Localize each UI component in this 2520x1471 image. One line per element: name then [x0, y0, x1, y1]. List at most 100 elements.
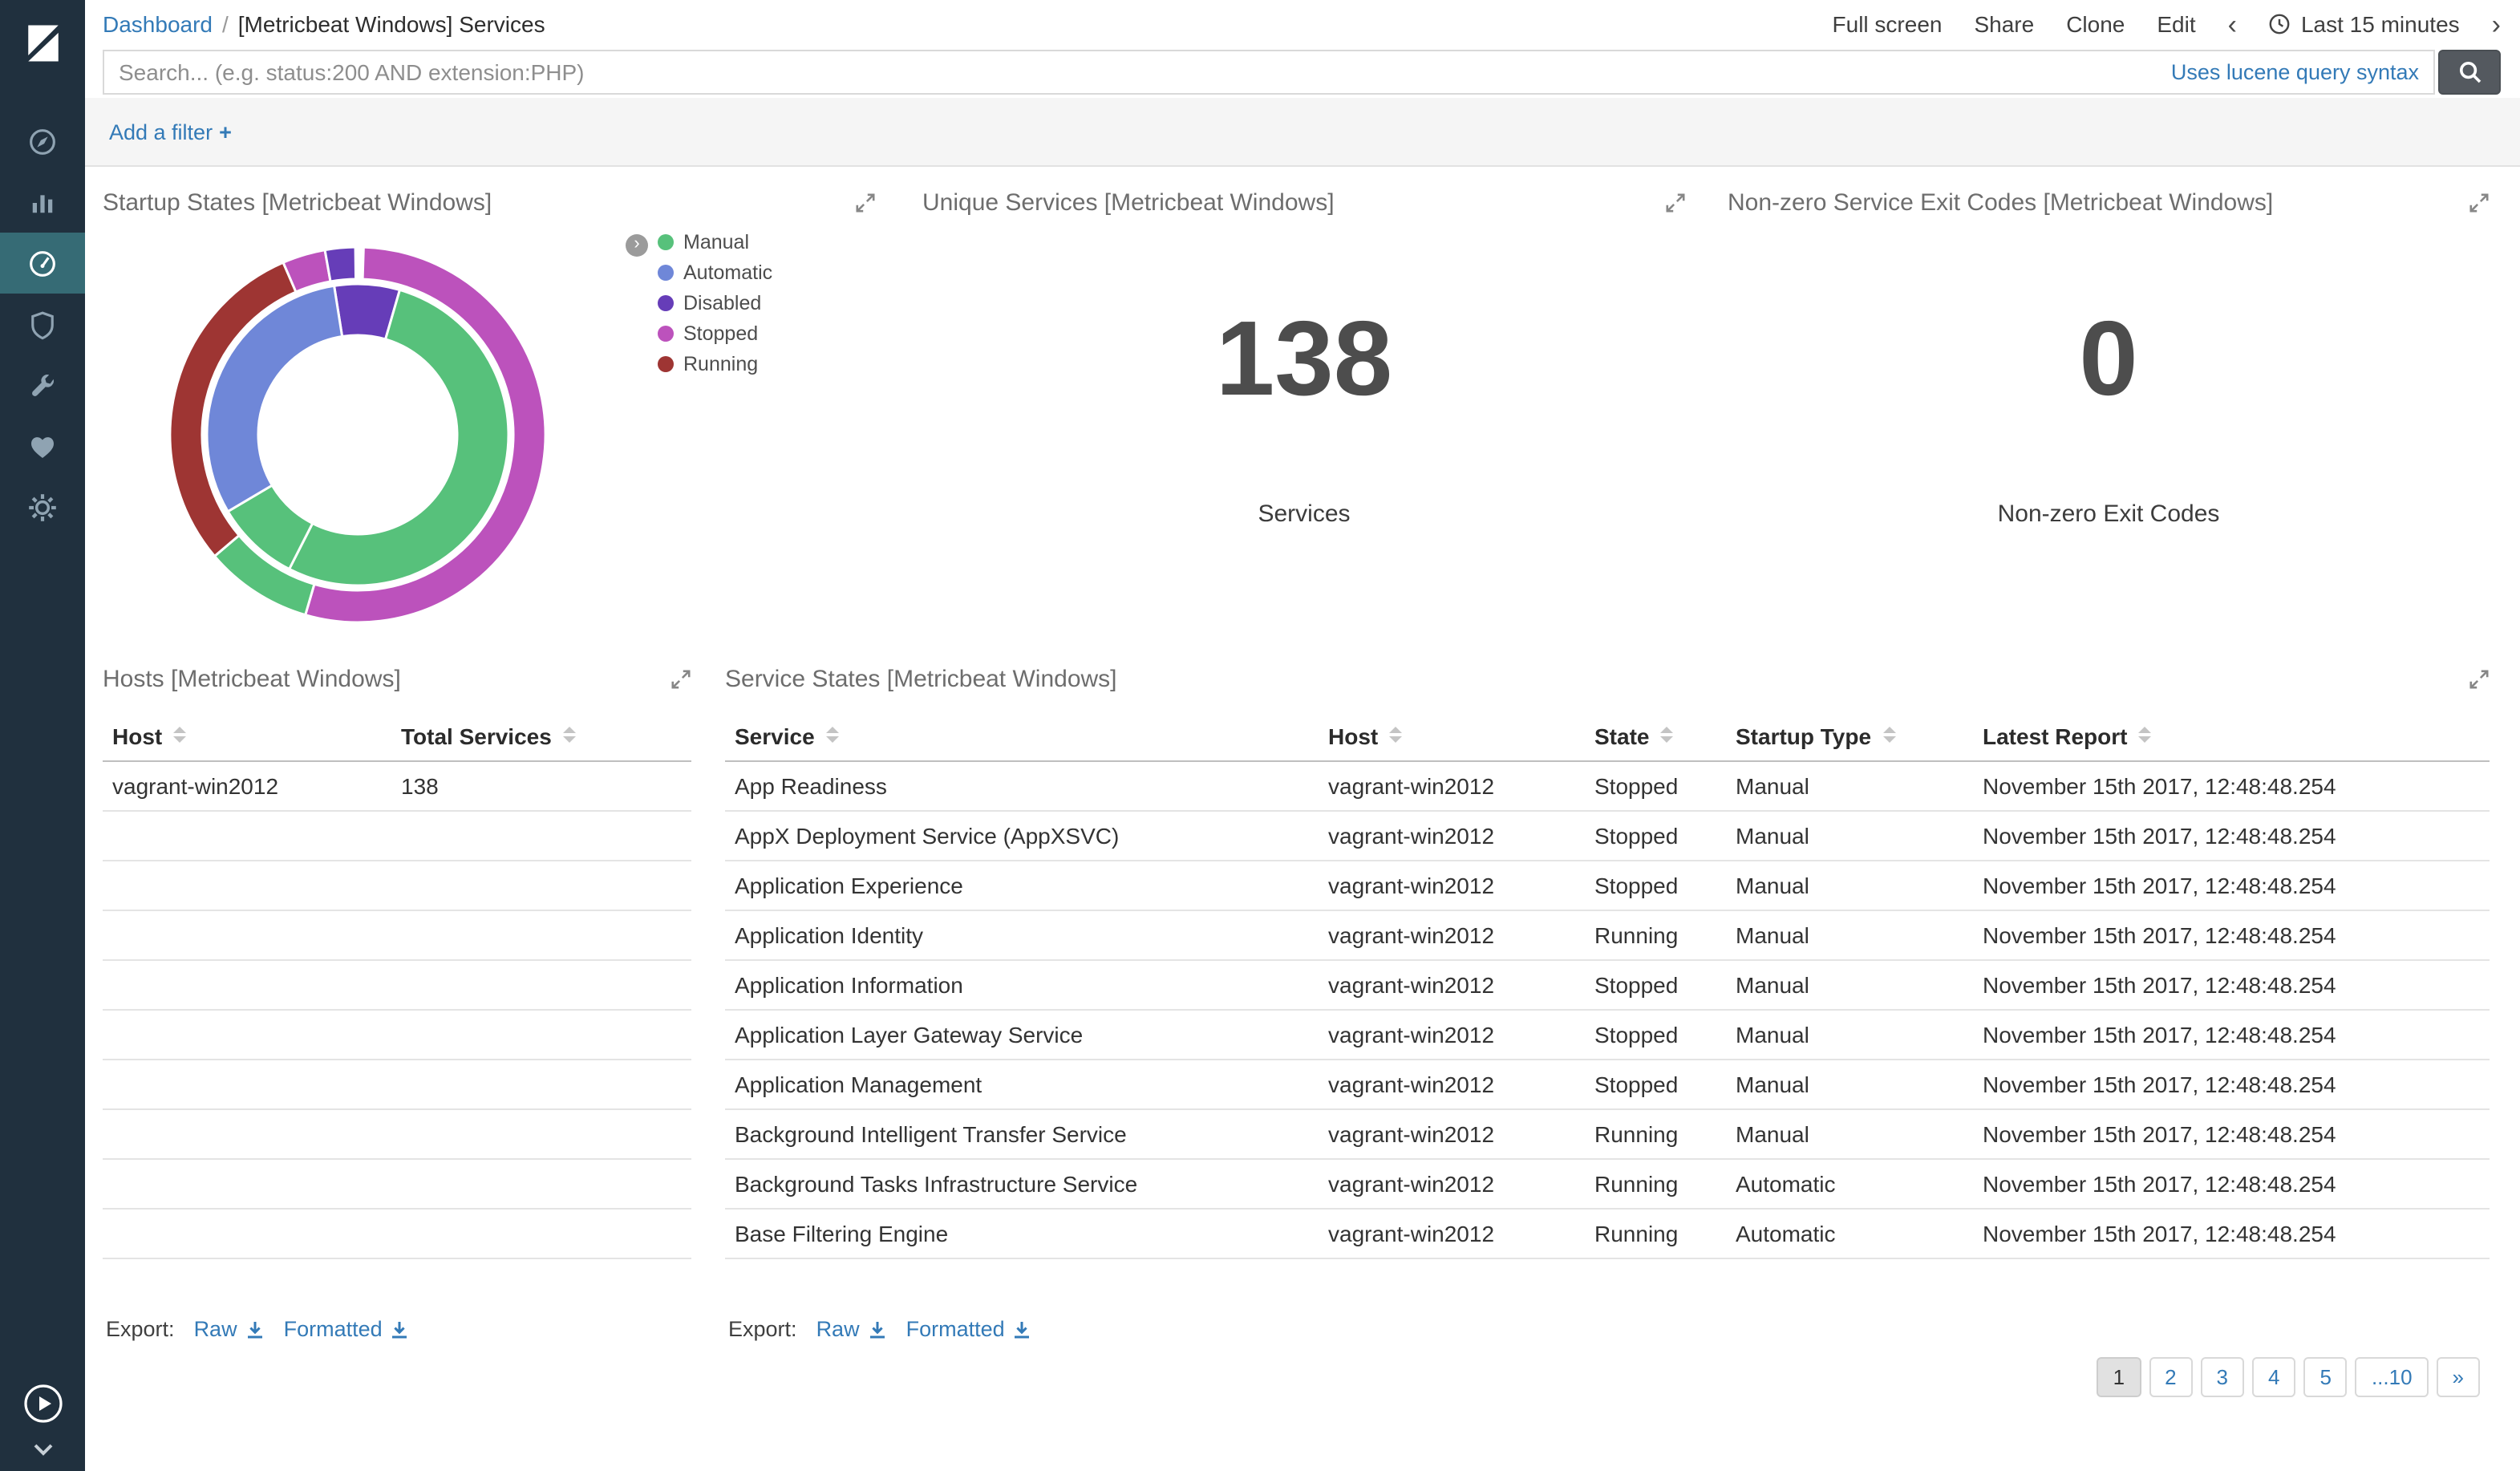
- legend-label: Automatic: [683, 261, 773, 283]
- sidebar-item-monitoring[interactable]: [0, 415, 85, 476]
- sidebar-item-dashboard[interactable]: [0, 233, 85, 294]
- legend-label: Running: [683, 352, 759, 375]
- expand-panel-icon[interactable]: [2469, 669, 2490, 690]
- expand-panel-icon[interactable]: [671, 669, 691, 690]
- export-raw-link[interactable]: Raw: [816, 1317, 887, 1341]
- full-screen-button[interactable]: Full screen: [1833, 11, 1943, 37]
- page-button-3[interactable]: 3: [2200, 1357, 2244, 1397]
- services-table-cell: Stopped: [1585, 811, 1726, 861]
- legend-item-manual[interactable]: Manual: [658, 226, 772, 257]
- expand-panel-icon[interactable]: [2469, 192, 2490, 213]
- search-box: Uses lucene query syntax: [103, 50, 2435, 95]
- metric-label: Services: [1258, 500, 1351, 528]
- time-back-button[interactable]: ‹: [2228, 10, 2237, 38]
- legend-item-automatic[interactable]: Automatic: [658, 257, 772, 287]
- topbar-actions: Full screen Share Clone Edit ‹ Last 15 m…: [1833, 10, 2501, 38]
- page-button-[interactable]: »: [2436, 1357, 2480, 1397]
- search-icon: [2459, 62, 2481, 83]
- page-button-1[interactable]: 1: [2097, 1357, 2141, 1397]
- hosts-table-empty-row: [103, 1010, 691, 1060]
- edit-button[interactable]: Edit: [2157, 11, 2195, 37]
- hosts-column-host[interactable]: Host: [103, 712, 391, 762]
- legend-item-running[interactable]: Running: [658, 348, 772, 379]
- sidebar: [0, 0, 85, 1471]
- services-table-cell: vagrant-win2012: [1319, 1060, 1585, 1110]
- services-table-cell: Stopped: [1585, 1010, 1726, 1060]
- services-export-row: Export: Raw Formatted: [728, 1317, 2490, 1341]
- metric-label: Non-zero Exit Codes: [1997, 500, 2220, 528]
- services-table-cell: Base Filtering Engine: [725, 1209, 1319, 1259]
- hosts-table-empty-row: [103, 910, 691, 961]
- hosts-table-cell: vagrant-win2012: [103, 761, 391, 812]
- pagination: 1 2 3 4 5 ...10»: [2097, 1357, 2480, 1397]
- sidebar-item-dev-tools[interactable]: [0, 355, 85, 415]
- legend-toggle-icon[interactable]: ›: [626, 234, 648, 257]
- breadcrumb: Dashboard / [Metricbeat Windows] Service…: [103, 11, 545, 37]
- panel-title: Non-zero Service Exit Codes [Metricbeat …: [1728, 189, 2274, 217]
- share-button[interactable]: Share: [1974, 11, 2034, 37]
- sidebar-item-discover[interactable]: [0, 111, 85, 172]
- export-raw-link[interactable]: Raw: [194, 1317, 265, 1341]
- download-icon: [869, 1321, 885, 1338]
- lucene-syntax-link[interactable]: Uses lucene query syntax: [2171, 60, 2419, 84]
- play-circle-icon: [23, 1384, 62, 1423]
- legend-label: Stopped: [683, 322, 759, 344]
- expand-panel-icon[interactable]: [855, 192, 876, 213]
- services-column-host[interactable]: Host: [1319, 712, 1585, 762]
- services-table-cell: November 15th 2017, 12:48:48.254: [1973, 960, 2490, 1011]
- page-button-10[interactable]: ...10: [2355, 1357, 2429, 1397]
- services-table-cell: AppX Deployment Service (AppXSVC): [725, 811, 1319, 861]
- page-button-4[interactable]: 4: [2252, 1357, 2296, 1397]
- panel-service-states: Service States [Metricbeat Windows] Serv…: [712, 656, 2502, 1410]
- panel-title: Startup States [Metricbeat Windows]: [103, 189, 492, 217]
- legend-color-dot: [658, 294, 674, 310]
- hosts-column-total-services[interactable]: Total Services: [391, 712, 691, 762]
- legend-item-stopped[interactable]: Stopped: [658, 318, 772, 348]
- sort-icon: [563, 727, 576, 743]
- filter-bar: Add a filter +: [85, 98, 2520, 167]
- add-filter-button[interactable]: Add a filter +: [109, 120, 232, 144]
- time-picker-button[interactable]: Last 15 minutes: [2269, 11, 2460, 37]
- services-table-cell: App Readiness: [725, 761, 1319, 812]
- clone-button[interactable]: Clone: [2066, 11, 2125, 37]
- search-button[interactable]: [2438, 50, 2501, 95]
- search-input[interactable]: [103, 50, 2435, 95]
- pie-segment-disabled[interactable]: [323, 245, 358, 283]
- services-column-state[interactable]: State: [1585, 712, 1726, 762]
- sort-icon: [826, 727, 839, 743]
- services-table-row: Application Information vagrant-win2012 St…: [725, 960, 2490, 1011]
- services-table-cell: Manual: [1726, 1010, 1973, 1060]
- hosts-table-empty-row: [103, 1109, 691, 1160]
- legend-item-disabled[interactable]: Disabled: [658, 287, 772, 318]
- metric-value: 138: [1215, 298, 1393, 417]
- chevron-down-icon: [33, 1444, 52, 1456]
- plus-icon: +: [219, 120, 232, 144]
- services-table-cell: Manual: [1726, 761, 1973, 812]
- sidebar-item-visualize[interactable]: [0, 172, 85, 233]
- export-formatted-link[interactable]: Formatted: [906, 1317, 1032, 1341]
- services-column-latest-report[interactable]: Latest Report: [1973, 712, 2490, 762]
- kibana-logo[interactable]: [0, 0, 85, 85]
- export-formatted-link[interactable]: Formatted: [284, 1317, 410, 1341]
- services-table-cell: Running: [1585, 1159, 1726, 1210]
- heartbeat-icon: [31, 436, 54, 457]
- services-column-service[interactable]: Service: [725, 712, 1319, 762]
- collapse-sidebar-button[interactable]: [22, 1383, 63, 1429]
- download-icon: [1015, 1321, 1030, 1338]
- sidebar-item-timelion[interactable]: [0, 294, 85, 355]
- services-table-row: AppX Deployment Service (AppXSVC) vagrant…: [725, 811, 2490, 861]
- download-icon: [392, 1321, 407, 1338]
- time-forward-button[interactable]: ›: [2492, 10, 2501, 38]
- breadcrumb-dashboard-link[interactable]: Dashboard: [103, 11, 213, 37]
- sidebar-item-management[interactable]: [0, 476, 85, 537]
- search-bar: Uses lucene query syntax: [85, 50, 2520, 95]
- services-column-startup-type[interactable]: Startup Type: [1726, 712, 1973, 762]
- kibana-logo-icon: [27, 24, 58, 61]
- breadcrumb-separator: /: [222, 11, 229, 37]
- expand-panel-icon[interactable]: [1665, 192, 1686, 213]
- page-button-2[interactable]: 2: [2149, 1357, 2193, 1397]
- startup-states-donut-chart: [168, 245, 547, 624]
- page-button-5[interactable]: 5: [2303, 1357, 2348, 1397]
- sidebar-chevron-button[interactable]: [33, 1436, 52, 1461]
- hosts-table-empty-row: [103, 861, 691, 911]
